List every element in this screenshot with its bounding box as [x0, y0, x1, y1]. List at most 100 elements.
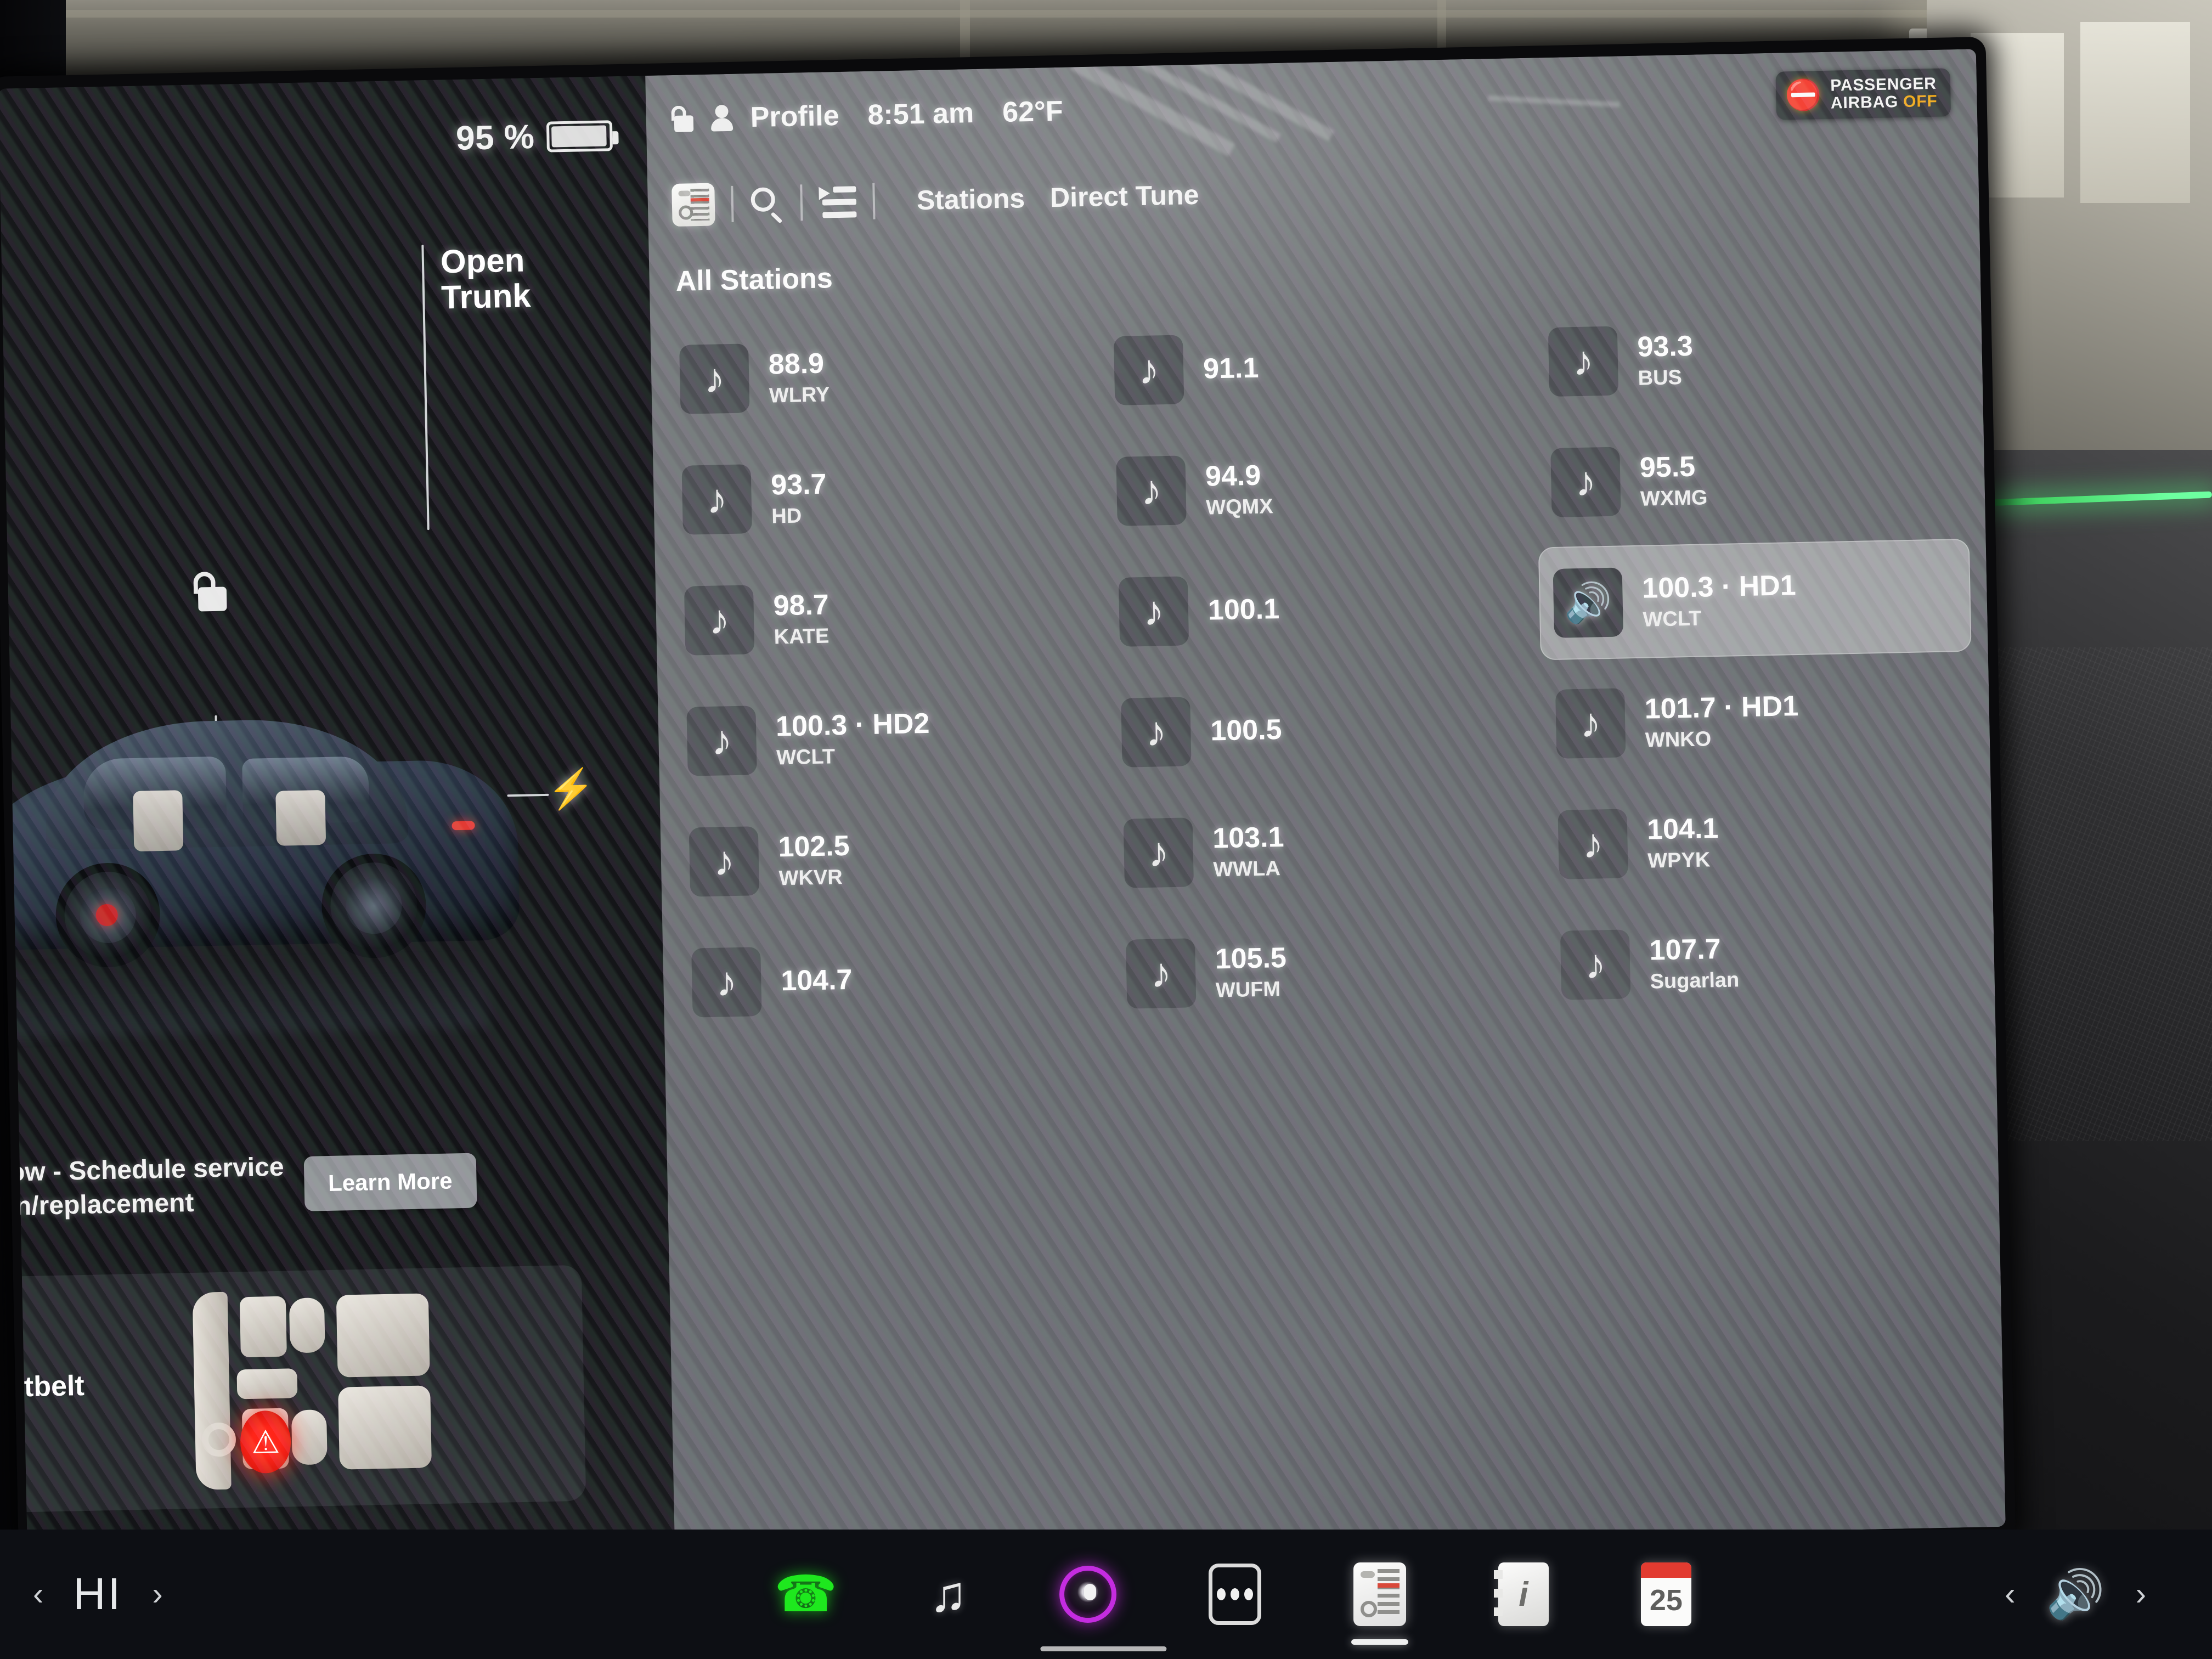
battery-percent-label: 95 %	[455, 118, 535, 157]
rear-seat-left	[336, 1293, 430, 1378]
station-meta: 94.9 WQMX	[1205, 459, 1273, 520]
volume-decrease-button[interactable]: ‹	[2005, 1578, 2015, 1610]
music-note-icon: ♪	[1579, 699, 1602, 747]
airbag-line-2a: AIRBAG	[1830, 92, 1904, 112]
photo-stage: 95 % Open Trunk ⚡ low - Schedule service…	[0, 0, 2212, 1659]
calendar-button[interactable]: 25	[1640, 1562, 1691, 1626]
phone-button[interactable]: ☎	[774, 1569, 837, 1620]
station-row[interactable]: ♪ 93.7 HD	[667, 436, 1101, 557]
tab-stations[interactable]: Stations	[916, 182, 1025, 216]
volume-increase-button[interactable]: ›	[2136, 1578, 2146, 1610]
station-row[interactable]: ♪ 104.1 WPYK	[1543, 780, 1977, 902]
station-row[interactable]: ♪ 100.3 · HD2 WCLT	[672, 676, 1105, 798]
lock-icon[interactable]	[670, 105, 694, 132]
profile-label[interactable]: Profile	[750, 99, 839, 134]
station-frequency: 105.5	[1215, 941, 1287, 975]
station-thumbnail: ♪	[679, 343, 750, 414]
station-row[interactable]: ♪ 98.7 KATE	[669, 556, 1103, 678]
toolbar-divider	[800, 184, 803, 221]
home-indicator	[1040, 1646, 1167, 1651]
station-row[interactable]: ♪ 95.5 WXMG	[1536, 418, 1969, 540]
search-button[interactable]	[749, 186, 784, 224]
headrest-front-passenger	[289, 1297, 325, 1353]
learn-more-button[interactable]: Learn More	[303, 1153, 477, 1212]
station-meta: 104.7	[781, 963, 853, 998]
station-row[interactable]: ♪ 105.5 WUFM	[1111, 909, 1544, 1031]
station-callsign: WWLA	[1213, 856, 1281, 882]
outside-temp-label[interactable]: 62°F	[1002, 95, 1064, 129]
person-icon[interactable]	[709, 104, 734, 133]
station-row[interactable]: ♪ 100.5	[1106, 668, 1539, 790]
music-note-icon: ♪	[1572, 337, 1594, 385]
station-frequency: 95.5	[1639, 450, 1696, 484]
vehicle-panel[interactable]: 95 % Open Trunk ⚡ low - Schedule service…	[0, 75, 675, 1567]
toolbar-divider	[872, 183, 876, 219]
seatbelt-alert-card[interactable]: tbelt ⚠	[0, 1265, 586, 1516]
station-frequency: 93.3	[1637, 330, 1694, 363]
apps-button[interactable]	[1208, 1564, 1261, 1625]
station-callsign: WNKO	[1645, 727, 1712, 752]
clock-label[interactable]: 8:51 am	[867, 97, 974, 132]
music-note-icon: ♪	[1138, 346, 1160, 394]
station-row[interactable]: ♪ 104.7	[676, 918, 1110, 1040]
queue-button[interactable]	[819, 184, 857, 219]
station-callsign: WKVR	[778, 865, 843, 890]
station-meta: 93.3 BUS	[1637, 329, 1694, 390]
bottom-taskbar: ‹ HI › ☎ ♫ i 25 ‹ 🔊 ›	[0, 1530, 2212, 1659]
speaker-playing-icon: 🔊	[1564, 580, 1613, 625]
station-row[interactable]: ♪ 93.3 BUS	[1533, 297, 1967, 419]
station-meta: 98.7 KATE	[773, 588, 830, 649]
station-meta: 100.3 · HD2 WCLT	[775, 707, 930, 770]
station-row[interactable]: ♪ 107.7 Sugarlan	[1545, 901, 1979, 1023]
station-thumbnail: ♪	[1560, 929, 1631, 1000]
voice-assistant-button[interactable]	[1059, 1566, 1116, 1623]
radio-toolbar: Stations Direct Tune	[672, 159, 1200, 241]
volume-icon[interactable]: 🔊	[2046, 1571, 2105, 1618]
station-row[interactable]: ♪ 101.7 · HD1 WNKO	[1541, 659, 1974, 781]
open-trunk-label[interactable]: Open Trunk	[440, 241, 531, 315]
station-frequency: 100.5	[1210, 713, 1283, 747]
station-callsign: WCLT	[1643, 607, 1702, 631]
station-row[interactable]: ♪ 88.9 WLRY	[664, 315, 1098, 437]
owners-manual-button[interactable]: i	[1493, 1562, 1549, 1626]
station-thumbnail: ♪	[686, 706, 757, 776]
radio-tuner-icon	[672, 183, 715, 227]
station-thumbnail: ♪	[1121, 697, 1192, 768]
station-frequency: 102.5	[777, 830, 850, 863]
climate-increase-button[interactable]: ›	[152, 1578, 162, 1610]
playlist-queue-icon	[819, 184, 857, 219]
climate-decrease-button[interactable]: ‹	[33, 1578, 43, 1610]
station-frequency: 101.7 · HD1	[1644, 690, 1799, 725]
airbag-line-1: PASSENGER	[1830, 74, 1937, 95]
service-notification[interactable]: d depth low - Schedule service or rotati…	[0, 1145, 537, 1226]
owners-manual-icon: i	[1493, 1562, 1549, 1626]
station-callsign: WQMX	[1205, 494, 1274, 520]
station-row[interactable]: ♪ 102.5 WKVR	[674, 797, 1108, 919]
station-thumbnail: ♪	[1113, 335, 1184, 405]
screen-surface: 95 % Open Trunk ⚡ low - Schedule service…	[0, 49, 2006, 1567]
radio-button-active[interactable]	[1351, 1562, 1408, 1645]
station-row[interactable]: ♪ 94.9 WQMX	[1102, 427, 1535, 549]
station-thumbnail: ♪	[1118, 576, 1189, 647]
station-meta: 88.9 WLRY	[768, 347, 830, 408]
tab-direct-tune[interactable]: Direct Tune	[1049, 179, 1199, 213]
page-title: All Stations	[675, 262, 833, 297]
station-row[interactable]: ♪ 103.1 WWLA	[1109, 789, 1542, 911]
music-note-icon: ♪	[703, 355, 726, 402]
music-note-icon: ♪	[708, 596, 730, 644]
station-row-active[interactable]: 🔊 100.3 · HD1 WCLT	[1538, 538, 1972, 661]
media-button[interactable]: ♫	[929, 1569, 967, 1620]
station-row[interactable]: ♪ 91.1	[1099, 306, 1532, 428]
music-note-icon: ♪	[1143, 588, 1165, 635]
station-callsign: HD	[771, 504, 802, 528]
climate-temp-button[interactable]: HI	[73, 1568, 122, 1620]
airbag-line-2b: OFF	[1903, 92, 1938, 111]
station-column: ♪ 93.3 BUS ♪ 95.5 WXMG 🔊 100.3 · HD1 WCLT ♪ 101.7 …	[1533, 297, 1988, 1492]
station-thumbnail: ♪	[691, 947, 762, 1018]
station-thumbnail: ♪	[1548, 326, 1619, 397]
station-row[interactable]: ♪ 100.1	[1104, 548, 1537, 669]
unlock-icon[interactable]	[192, 571, 228, 612]
calendar-day-label: 25	[1649, 1584, 1683, 1617]
station-frequency: 88.9	[768, 347, 825, 381]
radio-source-button[interactable]	[672, 183, 715, 227]
